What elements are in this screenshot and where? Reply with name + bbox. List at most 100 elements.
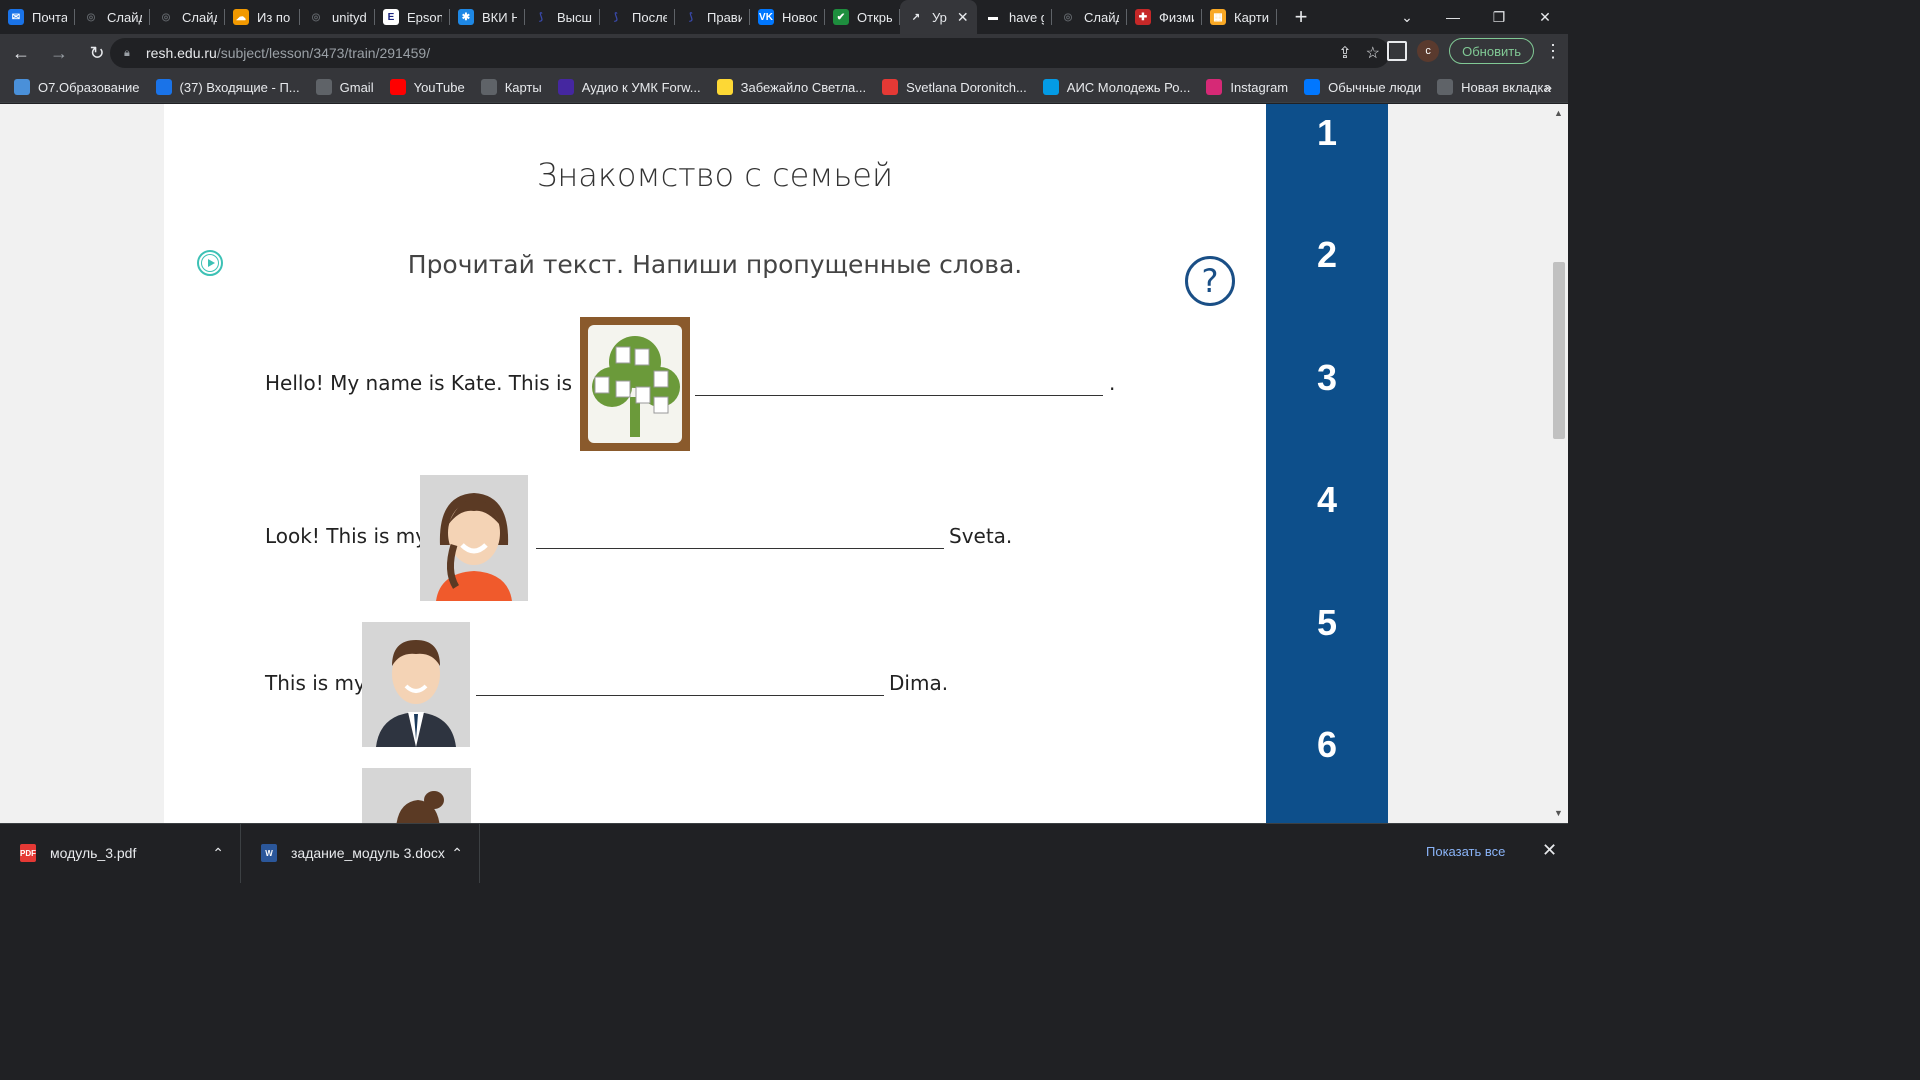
minimize-button[interactable]: — bbox=[1430, 0, 1476, 34]
bookmark-item[interactable]: О7.Образование bbox=[14, 79, 140, 95]
lock-icon[interactable]: 🔒︎ bbox=[124, 47, 134, 59]
bookmark-item[interactable]: Instagram bbox=[1206, 79, 1288, 95]
bookmark-item[interactable]: (37) Входящие - П... bbox=[155, 79, 300, 95]
close-downloads-icon[interactable]: ✕ bbox=[1542, 840, 1557, 861]
window-controls: ⌄ — ❐ ✕ bbox=[1384, 0, 1568, 34]
tab-title: Почта bbox=[32, 9, 67, 25]
address-bar[interactable]: 🔒︎ resh.edu.ru /subject/lesson/3473/trai… bbox=[110, 38, 1390, 68]
tab-favicon-icon: ◎ bbox=[311, 11, 321, 23]
profile-avatar[interactable]: с bbox=[1417, 40, 1440, 62]
tab-title: ВКИ Н bbox=[482, 9, 517, 25]
bookmark-item[interactable]: Svetlana Doronitch... bbox=[882, 79, 1027, 95]
page-scrollbar[interactable]: ▲ ▼ bbox=[1550, 104, 1568, 823]
browser-tab[interactable]: ☁ Из по bbox=[225, 0, 300, 34]
show-all-downloads-button[interactable]: Показать все bbox=[1426, 844, 1505, 859]
bookmarks-more-icon[interactable]: » bbox=[1544, 79, 1552, 95]
bookmarks-bar: О7.Образование (37) Входящие - П... Gmail Y… bbox=[0, 72, 1568, 103]
tab-favicon-icon: ⟆ bbox=[539, 11, 543, 23]
close-tab-icon[interactable]: ✕ bbox=[957, 9, 969, 26]
bookmark-favicon-icon bbox=[315, 79, 332, 95]
tab-favicon-icon: ✚ bbox=[1135, 9, 1151, 25]
bookmark-item[interactable]: Аудио к УМК Forw... bbox=[557, 79, 701, 95]
tab-title: Из по bbox=[257, 9, 291, 25]
woman-portrait-icon bbox=[436, 493, 512, 601]
download-item-docx[interactable]: W задание_модуль 3.docx ⌃ bbox=[241, 823, 480, 883]
tab-title: Физми bbox=[1159, 9, 1194, 25]
step-4[interactable]: 4 bbox=[1266, 479, 1388, 521]
step-3[interactable]: 3 bbox=[1266, 357, 1388, 399]
tab-favicon-icon: ▬ bbox=[988, 11, 998, 23]
sentence-1-before: Hello! My name is Kate. This is my bbox=[265, 371, 610, 395]
tab-title: Новос bbox=[782, 9, 817, 25]
chevron-up-icon[interactable]: ⌃ bbox=[451, 845, 463, 862]
bookmark-favicon-icon bbox=[14, 79, 30, 95]
new-tab-button[interactable]: + bbox=[1287, 4, 1315, 30]
browser-tab[interactable]: ⟆ После bbox=[600, 0, 675, 34]
update-button[interactable]: Обновить bbox=[1449, 38, 1534, 64]
sidebar-panel-icon[interactable] bbox=[1387, 41, 1408, 61]
help-icon[interactable]: ? bbox=[1185, 256, 1235, 306]
browser-tab[interactable]: ✔ Откры bbox=[825, 0, 900, 34]
browser-tab[interactable]: ◎ Слайд bbox=[150, 0, 225, 34]
tab-favicon-icon: ✔ bbox=[833, 9, 849, 25]
father-picture bbox=[362, 622, 470, 747]
tab-search-icon[interactable]: ⌄ bbox=[1384, 0, 1430, 34]
browser-tab[interactable]: ◎ Слайд bbox=[1052, 0, 1127, 34]
browser-tab[interactable]: ✚ Физми bbox=[1127, 0, 1202, 34]
bookmark-label: Новая вкладка bbox=[1461, 79, 1551, 95]
scroll-up-icon[interactable]: ▲ bbox=[1554, 108, 1563, 118]
share-icon[interactable]: ⇪ bbox=[1338, 43, 1351, 63]
browser-tab[interactable]: E Epson bbox=[375, 0, 450, 34]
step-5[interactable]: 5 bbox=[1266, 602, 1388, 644]
girl-picture bbox=[362, 768, 471, 823]
tab-favicon-icon: ✱ bbox=[458, 9, 474, 25]
bookmark-favicon-icon bbox=[1206, 79, 1223, 95]
bookmark-favicon-icon bbox=[389, 79, 406, 95]
browser-tab[interactable]: ✉ Почта bbox=[0, 0, 75, 34]
bookmark-item[interactable]: Gmail bbox=[315, 79, 374, 95]
download-item-pdf[interactable]: PDF модуль_3.pdf ⌃ bbox=[0, 823, 241, 883]
answer-blank-3[interactable] bbox=[476, 695, 884, 696]
browser-tab[interactable]: ⟆ Прави bbox=[675, 0, 750, 34]
browser-tab[interactable]: ▬ have g bbox=[977, 0, 1052, 34]
tab-favicon-icon: ☁ bbox=[233, 9, 249, 25]
browser-tab[interactable]: ✱ ВКИ Н bbox=[450, 0, 525, 34]
tab-favicon-icon: ◎ bbox=[1063, 11, 1073, 23]
bookmark-item[interactable]: Обычные люди bbox=[1304, 79, 1421, 95]
step-6[interactable]: 6 bbox=[1266, 724, 1388, 766]
toolbar-right: с Обновить ⋮ bbox=[1387, 38, 1562, 64]
browser-tab[interactable]: ↗ Ур ✕ bbox=[900, 0, 977, 34]
bookmark-label: Карты bbox=[504, 79, 542, 95]
step-1[interactable]: 1 bbox=[1266, 112, 1388, 154]
back-button[interactable]: ← bbox=[4, 38, 38, 68]
bookmark-item[interactable]: Карты bbox=[480, 79, 542, 95]
sentence-3-before: This is my bbox=[265, 671, 366, 695]
answer-blank-2[interactable] bbox=[536, 548, 944, 549]
browser-tab[interactable]: VK Новос bbox=[750, 0, 825, 34]
chevron-up-icon[interactable]: ⌃ bbox=[212, 845, 224, 862]
steps-sidebar: 1 2 3 4 5 6 bbox=[1266, 104, 1388, 823]
restore-button[interactable]: ❐ bbox=[1476, 0, 1522, 34]
menu-icon[interactable]: ⋮ bbox=[1544, 41, 1562, 62]
tab-title: Epson bbox=[407, 9, 442, 25]
bookmark-item[interactable]: Забежайло Светла... bbox=[716, 79, 866, 95]
forward-button[interactable]: → bbox=[42, 38, 76, 68]
bookmark-item[interactable]: YouTube bbox=[389, 79, 465, 95]
browser-tab[interactable]: ▦ Карти bbox=[1202, 0, 1277, 34]
bookmark-item[interactable]: Новая вкладка bbox=[1437, 79, 1551, 95]
browser-tab[interactable]: ⟆ Высш bbox=[525, 0, 600, 34]
bookmark-star-icon[interactable]: ☆ bbox=[1366, 43, 1380, 63]
scroll-thumb[interactable] bbox=[1553, 262, 1565, 439]
reload-button[interactable]: ↻ bbox=[80, 38, 114, 68]
download-filename: модуль_3.pdf bbox=[50, 845, 137, 861]
step-2[interactable]: 2 bbox=[1266, 234, 1388, 276]
scroll-down-icon[interactable]: ▼ bbox=[1554, 808, 1563, 818]
browser-tab[interactable]: ◎ Слайд bbox=[75, 0, 150, 34]
tab-favicon-icon: ⟆ bbox=[689, 11, 693, 23]
bookmark-item[interactable]: АИС Молодежь Ро... bbox=[1042, 79, 1190, 95]
answer-blank-1[interactable] bbox=[695, 395, 1103, 396]
close-window-button[interactable]: ✕ bbox=[1522, 0, 1568, 34]
browser-tab[interactable]: ◎ unityd bbox=[300, 0, 375, 34]
tab-title: Слайд bbox=[1084, 9, 1119, 25]
bookmark-label: (37) Входящие - П... bbox=[179, 79, 300, 95]
